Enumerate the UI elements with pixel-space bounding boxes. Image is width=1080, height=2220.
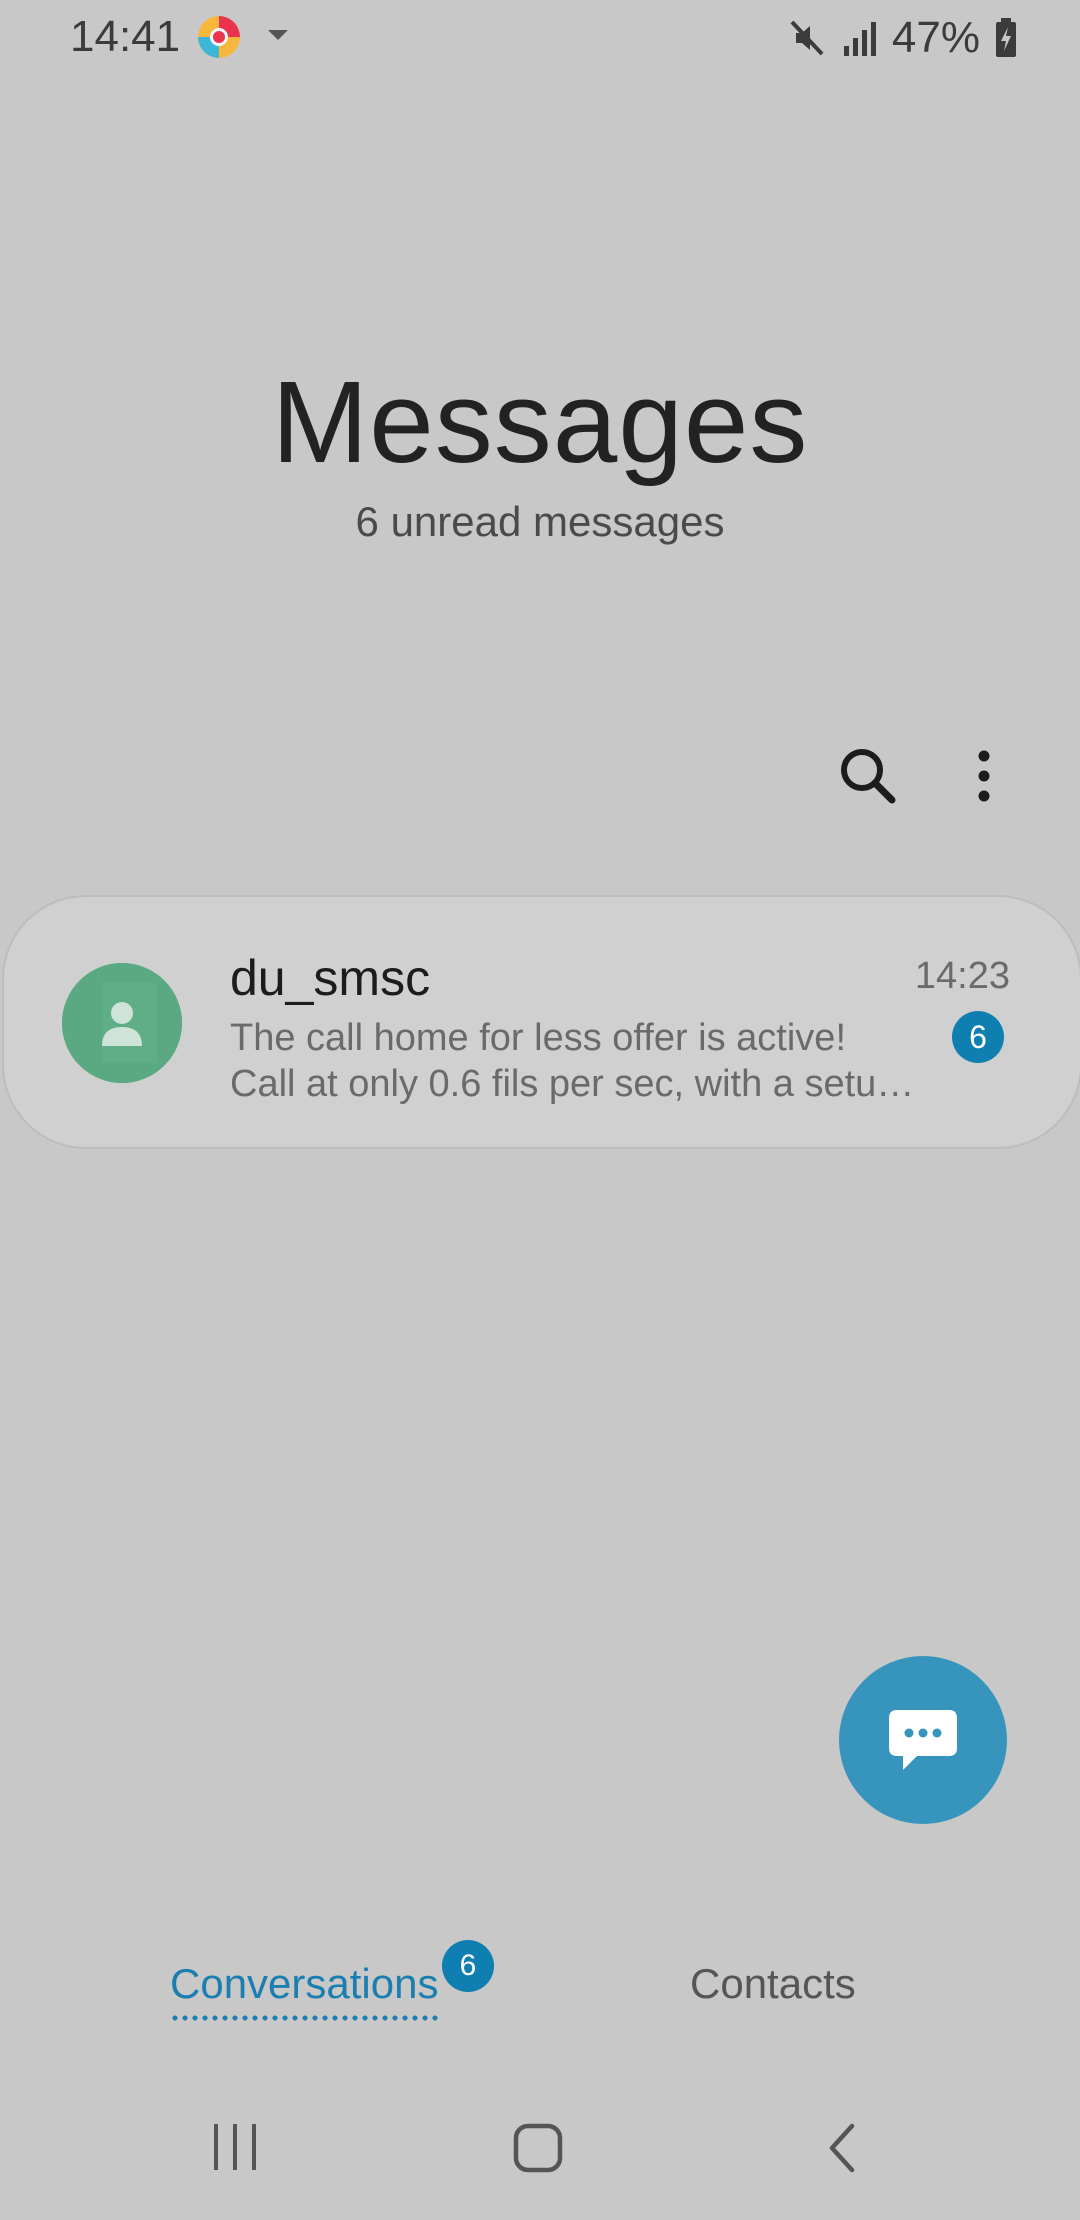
home-icon [513, 2123, 563, 2173]
tab-contacts[interactable]: Contacts [690, 1960, 856, 2008]
avatar [62, 963, 182, 1083]
page-title: Messages [271, 357, 809, 487]
tab-unread-badge: 6 [442, 1940, 494, 1992]
back-button[interactable] [822, 2122, 862, 2174]
preview-line-1: The call home for less offer is active! [230, 1017, 846, 1059]
status-time: 14:41 [70, 12, 181, 61]
tab-active-indicator [170, 2015, 442, 2021]
message-time: 14:23 [914, 955, 1010, 997]
status-right-group: 47% [788, 12, 1018, 64]
recent-apps-icon [214, 2124, 256, 2170]
preview-line-2: Call at only 0.6 fils per sec, with a se… [230, 1063, 920, 1105]
new-message-icon [889, 1710, 957, 1770]
home-button[interactable] [512, 2122, 564, 2174]
search-button[interactable] [836, 744, 900, 808]
signal-icon [843, 22, 876, 56]
recent-apps-button[interactable] [210, 2122, 260, 2172]
conversation-item[interactable]: du_smsc The call home for less offer is … [2, 895, 1080, 1149]
sender-name: du_smsc [230, 950, 431, 1006]
unread-summary: 6 unread messages [355, 498, 725, 545]
search-icon [841, 749, 896, 804]
app-notification-icon [198, 16, 240, 58]
message-preview: The call home for less offer is active! … [230, 1015, 920, 1107]
unread-badge: 6 [952, 1011, 1004, 1063]
compose-button[interactable] [839, 1656, 1007, 1824]
dropdown-arrow-icon [268, 30, 288, 40]
more-options-icon [978, 750, 990, 802]
status-bar: 14:41 47% [0, 0, 1080, 76]
tab-conversations[interactable]: Conversations [170, 1960, 438, 2008]
person-icon [62, 963, 182, 1083]
mute-icon [790, 20, 824, 56]
more-options-button[interactable] [960, 744, 1008, 808]
back-icon [829, 2123, 855, 2173]
battery-percent: 47% [891, 13, 980, 62]
battery-charging-icon [996, 18, 1016, 57]
